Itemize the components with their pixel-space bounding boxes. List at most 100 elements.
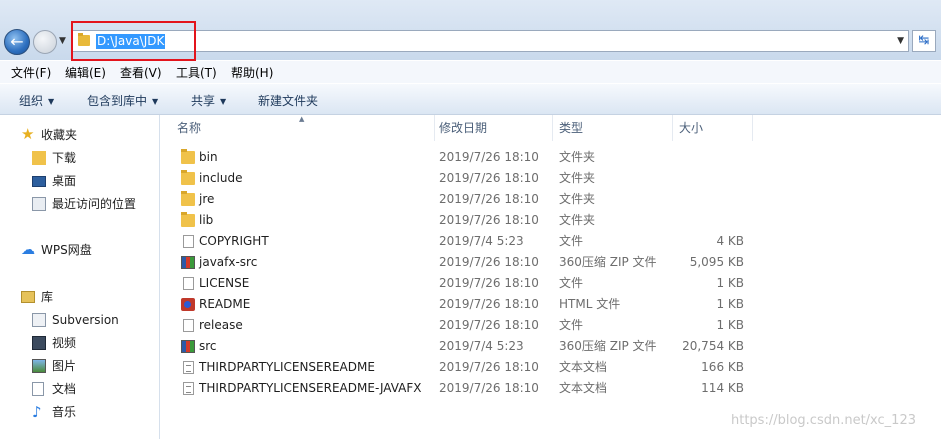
file-row[interactable]: release 2019/7/26 18:10 文件 1 KB (160, 315, 941, 336)
music-note-icon: ♪ (32, 403, 42, 421)
file-type: 文件 (559, 318, 584, 332)
html-file-icon (181, 298, 195, 311)
file-size: 114 KB (701, 381, 744, 395)
file-name: README (199, 297, 251, 311)
file-name: bin (199, 150, 218, 164)
file-row[interactable]: THIRDPARTYLICENSEREADME 2019/7/26 18:10 文本… (160, 357, 941, 378)
column-divider[interactable] (752, 115, 753, 141)
file-name: jre (199, 192, 215, 206)
address-field[interactable]: D:\Java\JDK ▼ (71, 30, 909, 52)
recent-pages-dropdown[interactable]: ▼ (59, 36, 66, 46)
file-type: 文本文档 (559, 381, 608, 395)
nav-videos-label: 视频 (52, 336, 77, 350)
share-button[interactable]: 共享 ▼ (191, 92, 226, 109)
file-name: lib (199, 213, 214, 227)
forward-button[interactable] (33, 30, 57, 54)
file-size: 1 KB (716, 297, 744, 311)
menu-edit[interactable]: 编辑(E) (65, 64, 106, 81)
nav-downloads-label: 下载 (52, 151, 77, 165)
file-size: 1 KB (716, 276, 744, 290)
file-name: COPYRIGHT (199, 234, 269, 248)
navigation-pane: ★ 收藏夹 下载 桌面 最近访问的位置 ☁ WPS网盘 库 Subversion… (0, 115, 160, 439)
watermark: https://blog.csdn.net/xc_123 (731, 413, 916, 428)
file-name: THIRDPARTYLICENSEREADME-JAVAFX (199, 381, 422, 395)
file-type: 文件夹 (559, 171, 596, 185)
refresh-icon: ↹ (918, 33, 930, 48)
nav-libraries-label: 库 (41, 290, 54, 304)
file-row[interactable]: README 2019/7/26 18:10 HTML 文件 1 KB (160, 294, 941, 315)
folder-icon (181, 149, 195, 164)
menu-view[interactable]: 查看(V) (120, 64, 162, 81)
column-header-size[interactable]: 大小 (679, 115, 703, 141)
file-name: THIRDPARTYLICENSEREADME (199, 360, 375, 374)
file-row[interactable]: bin 2019/7/26 18:10 文件夹 (160, 147, 941, 168)
address-dropdown-button[interactable]: ▼ (897, 36, 904, 46)
desktop-icon (32, 176, 46, 187)
folder-icon (181, 191, 195, 206)
document-icon (32, 382, 44, 396)
file-row[interactable]: LICENSE 2019/7/26 18:10 文件 1 KB (160, 273, 941, 294)
refresh-button[interactable]: ↹ (912, 30, 936, 52)
column-header-name[interactable]: 名称 (177, 115, 201, 141)
chevron-down-icon: ▼ (220, 97, 227, 106)
zip-archive-icon (181, 340, 195, 353)
share-label: 共享 (191, 94, 216, 108)
annotation-highlight-box (71, 21, 196, 61)
file-date: 2019/7/26 18:10 (439, 213, 539, 227)
file-row[interactable]: javafx-src 2019/7/26 18:10 360压缩 ZIP 文件 5,0… (160, 252, 941, 273)
file-date: 2019/7/26 18:10 (439, 276, 539, 290)
file-row[interactable]: COPYRIGHT 2019/7/4 5:23 文件 4 KB (160, 231, 941, 252)
file-type: 文件 (559, 276, 584, 290)
file-type: 360压缩 ZIP 文件 (559, 255, 657, 269)
file-date: 2019/7/26 18:10 (439, 255, 539, 269)
file-date: 2019/7/26 18:10 (439, 192, 539, 206)
column-header-type[interactable]: 类型 (559, 115, 583, 141)
nav-wps-drive-label: WPS网盘 (41, 243, 92, 257)
file-icon (183, 319, 194, 332)
include-in-library-button[interactable]: 包含到库中 ▼ (87, 92, 158, 109)
file-size: 166 KB (701, 360, 744, 374)
menu-file[interactable]: 文件(F) (11, 64, 51, 81)
sort-ascending-icon: ▲ (299, 115, 305, 123)
column-divider[interactable] (672, 115, 673, 141)
organize-button[interactable]: 组织 ▼ (19, 92, 54, 109)
nav-pictures-label: 图片 (52, 359, 77, 373)
file-size: 1 KB (716, 318, 744, 332)
new-folder-button[interactable]: 新建文件夹 (258, 92, 318, 109)
file-row[interactable]: src 2019/7/4 5:23 360压缩 ZIP 文件 20,754 KB (160, 336, 941, 357)
file-size: 20,754 KB (682, 339, 744, 353)
address-bar-area: ← ▼ D:\Java\JDK ▼ ↹ (0, 0, 941, 61)
video-icon (32, 336, 46, 350)
back-button[interactable]: ← (4, 29, 30, 55)
file-date: 2019/7/4 5:23 (439, 234, 524, 248)
file-type: 360压缩 ZIP 文件 (559, 339, 657, 353)
cloud-icon: ☁ (21, 242, 35, 258)
recent-places-icon (32, 197, 46, 211)
file-date: 2019/7/26 18:10 (439, 381, 539, 395)
file-name: include (199, 171, 243, 185)
file-list: ▲ 名称 修改日期 类型 大小 bin 2019/7/26 18:10 文件夹 inc… (160, 115, 941, 439)
file-row[interactable]: lib 2019/7/26 18:10 文件夹 (160, 210, 941, 231)
chevron-down-icon: ▼ (48, 97, 55, 106)
menu-tools[interactable]: 工具(T) (176, 64, 217, 81)
column-header-date[interactable]: 修改日期 (439, 115, 487, 141)
file-type: HTML 文件 (559, 297, 621, 311)
folder-icon (181, 170, 195, 185)
file-type: 文件夹 (559, 213, 596, 227)
file-icon (183, 235, 194, 248)
column-divider[interactable] (552, 115, 553, 141)
download-folder-icon (32, 151, 46, 165)
zip-archive-icon (181, 256, 195, 269)
file-type: 文件 (559, 234, 584, 248)
file-name: javafx-src (199, 255, 258, 269)
file-row[interactable]: jre 2019/7/26 18:10 文件夹 (160, 189, 941, 210)
file-row[interactable]: THIRDPARTYLICENSEREADME-JAVAFX 2019/7/26 … (160, 378, 941, 399)
file-icon (183, 277, 194, 290)
file-name: LICENSE (199, 276, 250, 290)
file-date: 2019/7/26 18:10 (439, 318, 539, 332)
menu-help[interactable]: 帮助(H) (231, 64, 273, 81)
nav-music-label: 音乐 (52, 405, 77, 419)
nav-documents-label: 文档 (52, 382, 77, 396)
file-row[interactable]: include 2019/7/26 18:10 文件夹 (160, 168, 941, 189)
column-divider[interactable] (434, 115, 435, 141)
